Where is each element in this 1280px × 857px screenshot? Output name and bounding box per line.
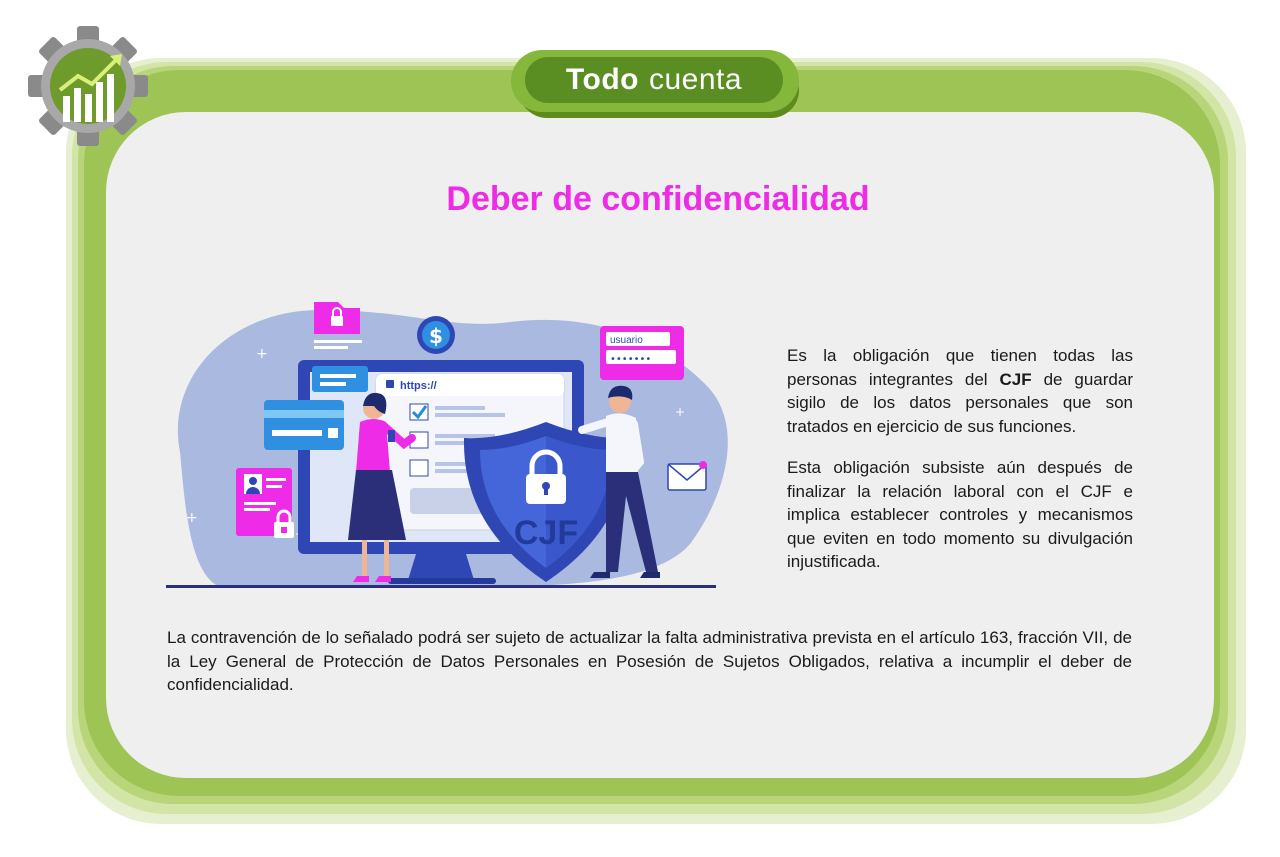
paragraph-1-bold: CJF — [999, 369, 1032, 389]
svg-text:+: + — [186, 510, 198, 526]
paragraph-definition: Es la obligación que tienen todas las pe… — [787, 344, 1133, 438]
chat-bubble-icon — [312, 366, 368, 392]
svg-text:+: + — [256, 346, 268, 362]
monitor-stand — [408, 554, 474, 580]
credit-card-icon — [264, 400, 344, 450]
gear-growth-chart-icon — [28, 26, 148, 146]
paragraph-contravention: La contravención de lo señalado podrá se… — [167, 628, 1132, 694]
shield-text: CJF — [514, 514, 578, 552]
browser-url: https:// — [400, 380, 437, 392]
password-text: ••••••• — [610, 354, 651, 365]
confidentiality-illustration: + + + + https:// $ usuario ••••••• — [166, 302, 728, 588]
header-title: Todo cuenta — [525, 57, 783, 103]
page-title: Deber de confidencialidad — [446, 180, 870, 218]
header-title-light: cuenta — [649, 63, 743, 96]
lock-icon — [386, 380, 394, 388]
username-text: usuario — [610, 335, 643, 346]
header-title-pill: Todo cuenta — [511, 50, 806, 118]
monitor-base — [388, 578, 496, 584]
header-title-bold: Todo — [565, 63, 639, 96]
checkbox-3 — [409, 459, 429, 477]
currency-symbol: $ — [429, 324, 443, 348]
svg-text:+: + — [675, 405, 685, 419]
floor-line — [166, 585, 716, 588]
paragraph-obligation: Esta obligación subsiste aún después de … — [787, 458, 1133, 571]
